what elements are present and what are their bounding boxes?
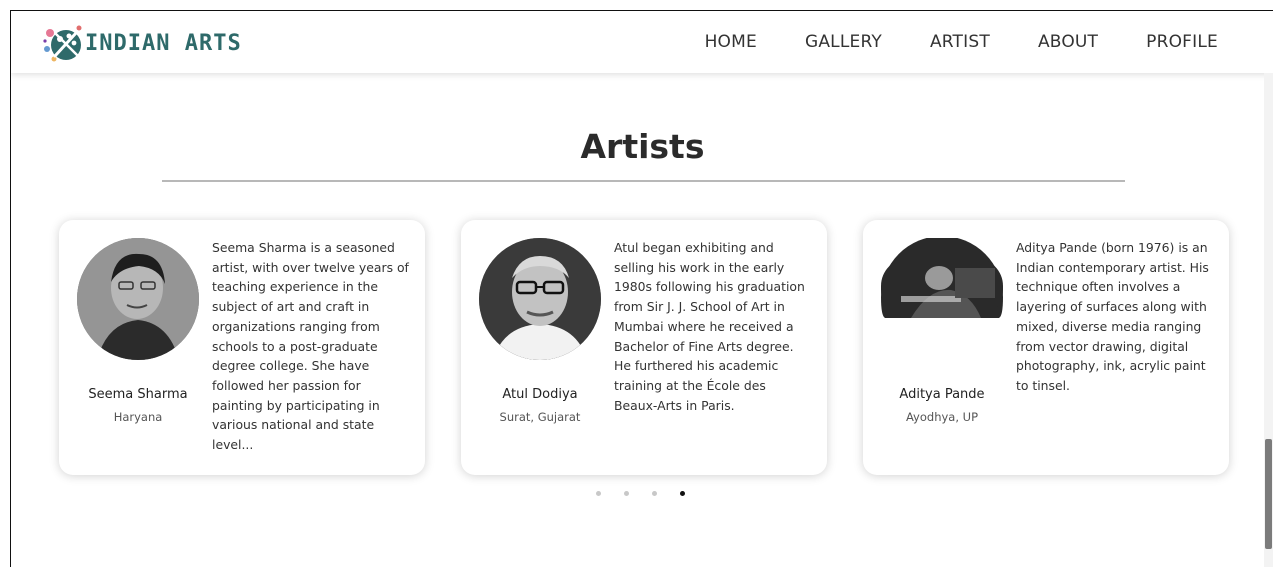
palette-logo-icon [41,19,89,67]
artist-location: Ayodhya, UP [905,410,979,424]
carousel-dot-active[interactable] [680,491,685,496]
brand-name: INDIAN ARTS [85,30,242,56]
carousel-dot[interactable] [596,491,601,496]
section-divider [162,180,1125,182]
nav-profile[interactable]: PROFILE [1146,32,1218,52]
artist-bio: Seema Sharma is a seasoned artist, with … [212,240,409,453]
carousel-dot[interactable] [624,491,629,496]
section-title: Artists [580,127,705,166]
artist-card[interactable]: Atul Dodiya Surat, Gujarat Atul began ex… [461,220,827,475]
nav-home[interactable]: HOME [705,32,757,52]
brand-logo[interactable]: INDIAN ARTS [41,19,242,67]
artist-photo [77,238,199,360]
scrollbar-thumb[interactable] [1265,439,1272,549]
nav-gallery[interactable]: GALLERY [805,32,882,52]
carousel-dot[interactable] [652,491,657,496]
artist-photo [881,238,1003,360]
nav-artist[interactable]: ARTIST [930,32,990,52]
artist-bio: Atul began exhibiting and selling his wo… [614,240,805,413]
artist-location: Haryana [113,410,163,424]
artist-name: Atul Dodiya [502,387,578,402]
artist-bio: Aditya Pande (born 1976) is an Indian co… [1016,240,1209,393]
navbar: INDIAN ARTS HOME GALLERY ARTIST ABOUT PR… [11,11,1273,73]
carousel-pagination [596,491,708,496]
artist-photo [479,238,601,360]
artist-location: Surat, Gujarat [499,410,581,424]
artist-card[interactable]: Seema Sharma Haryana Seema Sharma is a s… [59,220,425,475]
nav-about[interactable]: ABOUT [1038,32,1098,52]
artist-card[interactable]: Aditya Pande Ayodhya, UP Aditya Pande (b… [863,220,1229,475]
main-nav: HOME GALLERY ARTIST ABOUT PROFILE [657,11,1218,73]
artist-name: Aditya Pande [899,387,985,402]
browser-viewport: INDIAN ARTS HOME GALLERY ARTIST ABOUT PR… [10,10,1273,567]
artist-name: Seema Sharma [88,387,188,402]
